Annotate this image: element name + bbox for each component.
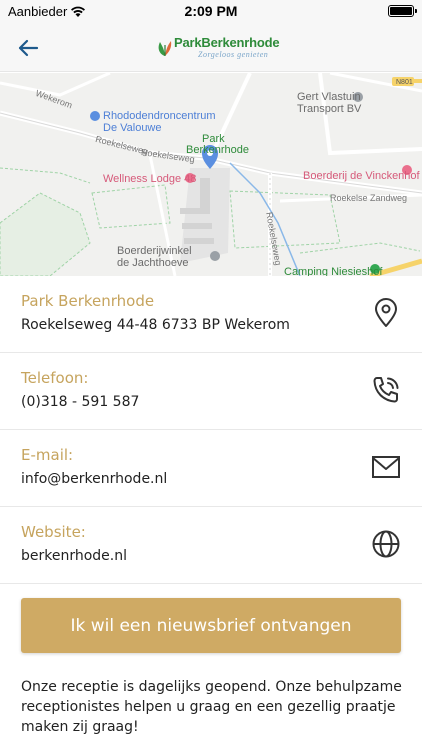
- mail-icon[interactable]: [370, 451, 402, 483]
- phone-row[interactable]: Telefoon: (0)318 - 591 587: [0, 353, 422, 430]
- phone-label: Telefoon:: [21, 369, 89, 387]
- logo-name: ParkBerkenrhode: [174, 35, 280, 50]
- email-label: E-mail:: [21, 446, 74, 464]
- address-value: Roekelseweg 44-48 6733 BP Wekerom: [21, 317, 290, 333]
- nav-bar: ParkBerkenrhode Zorgeloos genieten: [0, 24, 422, 72]
- map-view[interactable]: Gert Vlastuin Transport BV Rhododendronc…: [0, 73, 422, 276]
- map-label: Roekelse Zandweg: [330, 193, 408, 203]
- newsletter-button[interactable]: Ik wil een nieuwsbrief ontvangen: [21, 598, 401, 653]
- email-value: info@berkenrhode.nl: [21, 471, 168, 487]
- location-pin-icon[interactable]: [370, 297, 402, 329]
- website-value: berkenrhode.nl: [21, 548, 128, 564]
- website-row[interactable]: Website: berkenrhode.nl: [0, 507, 422, 584]
- address-row[interactable]: Park Berkenrhode Roekelseweg 44-48 6733 …: [0, 276, 422, 353]
- map-label: Camping Niesieshof: [284, 266, 383, 276]
- clock-time: 2:09 PM: [184, 3, 238, 19]
- logo-tagline: Zorgeloos genieten: [198, 50, 269, 59]
- arrow-left-icon: [18, 39, 39, 57]
- map-label: de Jachthoeve: [117, 257, 189, 269]
- map-label: De Valouwe: [103, 122, 162, 134]
- website-label: Website:: [21, 523, 86, 541]
- map-label: Wellness Lodge 48: [103, 173, 197, 185]
- logo-leaf-icon: [158, 41, 172, 56]
- back-button[interactable]: [10, 30, 46, 66]
- phone-icon[interactable]: [370, 374, 402, 406]
- map-label: Transport BV: [297, 103, 362, 115]
- park-logo: ParkBerkenrhode Zorgeloos genieten: [152, 32, 280, 62]
- address-label: Park Berkenrhode: [21, 292, 155, 310]
- road-badge: N801: [396, 79, 413, 86]
- map-label: Berkenrhode: [186, 144, 249, 156]
- contact-info-list: Park Berkenrhode Roekelseweg 44-48 6733 …: [0, 276, 422, 584]
- map-label: Boerderij de Vinckenhof: [303, 170, 420, 182]
- reception-description: Onze receptie is dagelijks geopend. Onze…: [21, 679, 402, 735]
- globe-icon[interactable]: [370, 528, 402, 560]
- email-row[interactable]: E-mail: info@berkenrhode.nl: [0, 430, 422, 507]
- phone-value: (0)318 - 591 587: [21, 394, 140, 410]
- battery-icon: [388, 5, 417, 17]
- status-bar: Aanbieder 2:09 PM: [0, 0, 422, 24]
